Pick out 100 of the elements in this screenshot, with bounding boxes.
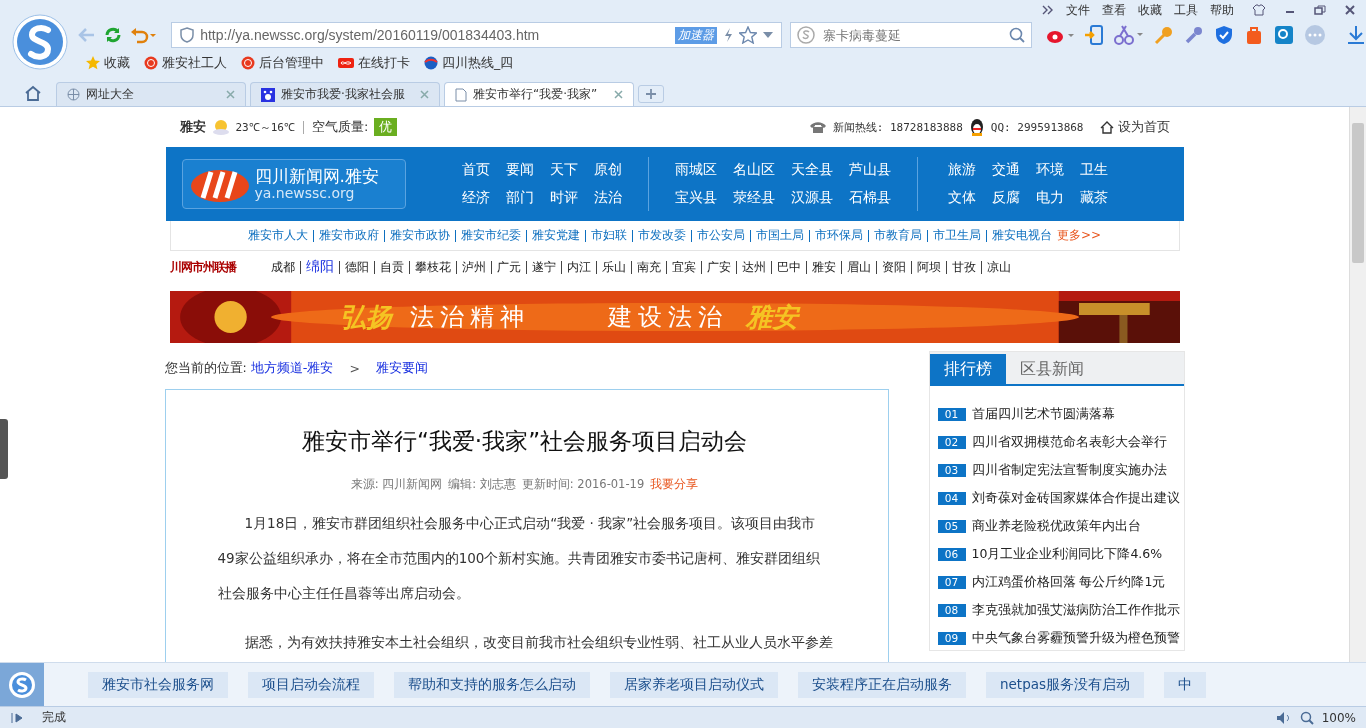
- news-link[interactable]: 李克强就加强艾滋病防治工作作批示: [971, 601, 1180, 619]
- suggestion-chip[interactable]: netpas服务没有启动: [986, 671, 1145, 698]
- suggestion-chip[interactable]: 中: [1164, 671, 1207, 698]
- nav-link[interactable]: 时评: [549, 189, 578, 207]
- department-link[interactable]: 雅安党建: [531, 227, 580, 244]
- city-link[interactable]: 广安: [706, 258, 731, 276]
- nav-link[interactable]: 荥经县: [732, 189, 775, 207]
- news-link[interactable]: 10月工业企业利润同比下降4.6%: [971, 545, 1163, 563]
- department-link[interactable]: 市发改委: [637, 227, 686, 244]
- nav-link[interactable]: 原创: [593, 161, 622, 179]
- department-link[interactable]: 雅安市人大: [247, 227, 308, 244]
- bookmark-item[interactable]: 收藏: [86, 54, 130, 72]
- nav-link[interactable]: 天全县: [790, 161, 833, 179]
- browser-tab[interactable]: 雅安市举行“我爱·我家”: [444, 82, 634, 106]
- department-link[interactable]: 市妇联: [590, 227, 627, 244]
- department-link[interactable]: 市卫生局: [932, 227, 981, 244]
- nav-link[interactable]: 部门: [505, 189, 534, 207]
- bookmark-item[interactable]: 雅安社工人: [144, 54, 227, 72]
- department-link[interactable]: 市国土局: [755, 227, 804, 244]
- department-link[interactable]: 雅安电视台: [991, 227, 1052, 244]
- zoom-level[interactable]: 100%: [1321, 710, 1356, 725]
- more-link[interactable]: 更多>>: [1056, 227, 1102, 244]
- news-link[interactable]: 四川省双拥模范命名表彰大会举行: [971, 433, 1167, 451]
- city-link[interactable]: 雅安: [811, 258, 836, 276]
- city-link[interactable]: 宜宾: [671, 258, 696, 276]
- city-link[interactable]: 遂宁: [531, 258, 556, 276]
- suggestion-chip[interactable]: 安装程序正在启动服务: [798, 671, 966, 698]
- news-link[interactable]: 首届四川艺术节圆满落幕: [971, 405, 1115, 423]
- menu-item[interactable]: 收藏: [1138, 1, 1162, 19]
- search-field[interactable]: 寨卡病毒蔓延: [789, 22, 1032, 48]
- breadcrumb-link[interactable]: 雅安要闻: [375, 359, 428, 377]
- panel-tab[interactable]: 排行榜: [929, 354, 1006, 384]
- city-link[interactable]: 巴中: [776, 258, 801, 276]
- city-link[interactable]: 资阳: [881, 258, 906, 276]
- department-link[interactable]: 雅安市纪委: [460, 227, 521, 244]
- city-link[interactable]: 泸州: [461, 258, 486, 276]
- nav-link[interactable]: 法治: [593, 189, 622, 207]
- department-link[interactable]: 市环保局: [814, 227, 863, 244]
- suggestion-chip[interactable]: 雅安市社会服务网: [88, 671, 228, 698]
- suggestion-chip[interactable]: 项目启动会流程: [248, 671, 374, 698]
- nav-link[interactable]: 旅游: [947, 161, 976, 179]
- city-link[interactable]: 乐山: [601, 258, 626, 276]
- news-link[interactable]: 四川省制定宪法宣誓制度实施办法: [971, 461, 1167, 479]
- news-link[interactable]: 商业养老险税优政策年内出台: [971, 517, 1141, 535]
- site-logo[interactable]: 四川新闻网.雅安 ya.newssc.org: [181, 159, 406, 209]
- nav-link[interactable]: 雨城区: [674, 161, 717, 179]
- menu-item[interactable]: 工具: [1174, 1, 1198, 19]
- city-link[interactable]: 内江: [566, 258, 591, 276]
- city-link[interactable]: 眉山: [846, 258, 871, 276]
- menu-item[interactable]: 帮助: [1210, 1, 1234, 19]
- city-link[interactable]: 南充: [636, 258, 661, 276]
- menu-item[interactable]: 查看: [1102, 1, 1126, 19]
- suggestion-chip[interactable]: 帮助和支持的服务怎么启动: [394, 671, 590, 698]
- nav-link[interactable]: 名山区: [732, 161, 775, 179]
- nav-link[interactable]: 天下: [549, 161, 578, 179]
- nav-link[interactable]: 环境: [1035, 161, 1064, 179]
- city-link[interactable]: 自贡: [379, 258, 404, 276]
- nav-link[interactable]: 宝兴县: [674, 189, 717, 207]
- city-name: 雅安: [179, 118, 206, 136]
- city-link[interactable]: 德阳: [344, 258, 369, 276]
- city-link[interactable]: 广元: [496, 258, 521, 276]
- bookmark-item[interactable]: 在线打卡: [338, 54, 410, 72]
- breadcrumb-link[interactable]: 地方频道-雅安: [250, 359, 334, 377]
- bookmark-item[interactable]: 后台管理中: [241, 54, 324, 72]
- city-link[interactable]: 成都: [270, 258, 295, 276]
- city-link[interactable]: 达州: [741, 258, 766, 276]
- set-homepage-link[interactable]: 设为首页: [1099, 118, 1170, 136]
- city-link[interactable]: 阿坝: [916, 258, 941, 276]
- nav-link[interactable]: 交通: [991, 161, 1020, 179]
- nav-link[interactable]: 经济: [461, 189, 490, 207]
- nav-link[interactable]: 石棉县: [848, 189, 891, 207]
- city-link[interactable]: 绵阳: [305, 258, 334, 276]
- address-bar[interactable]: http://ya.newssc.org/system/20160119/001834403.htm 加速器: [171, 22, 782, 48]
- department-link[interactable]: 市公安局: [696, 227, 745, 244]
- nav-link[interactable]: 芦山县: [848, 161, 891, 179]
- news-link[interactable]: 刘奇葆对金砖国家媒体合作提出建议: [971, 489, 1180, 507]
- nav-link[interactable]: 反腐: [991, 189, 1020, 207]
- department-link[interactable]: 雅安市政府: [318, 227, 379, 244]
- menu-item[interactable]: 文件: [1066, 1, 1090, 19]
- news-link[interactable]: 内江鸡蛋价格回落 每公斤约降1元: [971, 573, 1166, 591]
- nav-link[interactable]: 汉源县: [790, 189, 833, 207]
- suggestion-chip[interactable]: 居家养老项目启动仪式: [610, 671, 778, 698]
- nav-link[interactable]: 卫生: [1079, 161, 1108, 179]
- nav-link[interactable]: 电力: [1035, 189, 1064, 207]
- nav-link[interactable]: 文体: [947, 189, 976, 207]
- browser-tab[interactable]: 网址大全: [56, 82, 246, 106]
- panel-tab[interactable]: 区县新闻: [1005, 354, 1098, 384]
- browser-tab[interactable]: 雅安市我爱·我家社会服: [250, 82, 440, 106]
- city-link[interactable]: 甘孜: [951, 258, 976, 276]
- news-link[interactable]: 中央气象台雾霾预警升级为橙色预警: [971, 629, 1180, 647]
- bookmark-item[interactable]: 四川热线_四: [424, 54, 514, 72]
- department-link[interactable]: 市教育局: [873, 227, 922, 244]
- nav-link[interactable]: 首页: [461, 161, 490, 179]
- search-input[interactable]: 寨卡病毒蔓延: [820, 26, 1003, 44]
- city-link[interactable]: 凉山: [986, 258, 1011, 276]
- nav-link[interactable]: 要闻: [505, 161, 534, 179]
- share-link[interactable]: 我要分享: [650, 477, 699, 492]
- department-link[interactable]: 雅安市政协: [389, 227, 450, 244]
- city-link[interactable]: 攀枝花: [414, 258, 451, 276]
- nav-link[interactable]: 藏茶: [1079, 189, 1108, 207]
